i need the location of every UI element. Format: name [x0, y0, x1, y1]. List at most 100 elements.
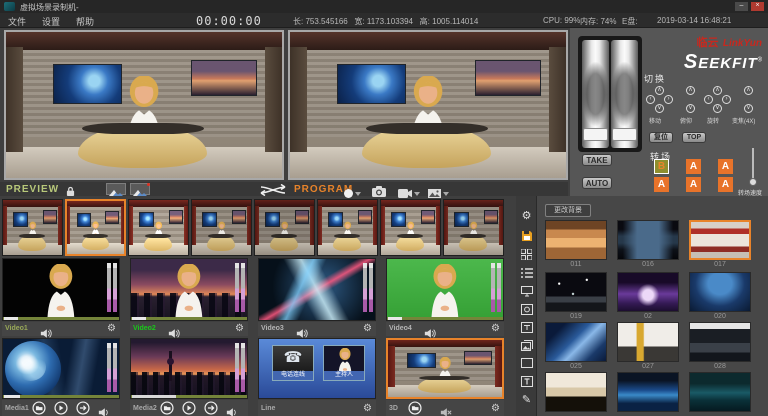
scene-thumbnail-3[interactable] [128, 199, 189, 256]
next-button[interactable] [76, 401, 90, 415]
settings-gear-icon[interactable]: ⚙ [235, 322, 244, 336]
scene-thumbnail-8[interactable] [443, 199, 504, 256]
grid-view-icon[interactable] [519, 248, 534, 262]
rotate-up-button[interactable]: ∧ [713, 86, 722, 95]
scene-library-item-020[interactable]: 020 [689, 272, 751, 320]
minimize-button[interactable]: – [735, 2, 748, 11]
volume-muted-icon[interactable] [440, 404, 454, 416]
scene-thumbnail-5[interactable] [254, 199, 315, 256]
close-button[interactable]: × [751, 2, 764, 11]
transition-button-a4[interactable]: A [654, 177, 669, 192]
move-up-button[interactable]: ∧ [655, 86, 664, 95]
settings-gear-icon[interactable]: ⚙ [491, 322, 500, 336]
transition-speed-knob[interactable] [749, 178, 757, 186]
transition-speed-slider[interactable]: 转场速度 [746, 148, 760, 194]
pitch-up-button[interactable]: ∧ [686, 86, 695, 95]
transition-button-b[interactable]: B [654, 159, 669, 174]
video1-thumbnail[interactable] [2, 258, 120, 321]
3d-scene-thumbnail[interactable] [386, 338, 504, 399]
list-view-icon[interactable] [519, 267, 534, 281]
rotate-right-button[interactable]: › [722, 95, 731, 104]
settings-gear-icon[interactable]: ⚙ [363, 402, 372, 416]
scene-thumbnail-4[interactable] [191, 199, 252, 256]
line-source: ☎ 电话连线 主持人 Line ⚙ [258, 338, 382, 416]
media1-thumbnail[interactable] [2, 338, 120, 399]
scene-library-item-019[interactable]: 019 [545, 272, 607, 320]
volume-icon[interactable] [226, 404, 240, 416]
snapshot-image-button[interactable] [106, 183, 126, 195]
zoom-out-button[interactable]: ∨ [744, 104, 753, 113]
menu-settings[interactable]: 设置 [42, 15, 60, 28]
scene-library-item-row4-3[interactable] [689, 372, 751, 413]
video2-thumbnail[interactable] [130, 258, 248, 321]
scene-library-item-02[interactable]: 02 [617, 272, 679, 320]
zoom-in-button[interactable]: ∧ [744, 86, 753, 95]
projector-lamp-icon[interactable] [519, 303, 534, 317]
zoom-pad-label: 变焦(4X) [732, 116, 755, 125]
play-button[interactable] [182, 401, 196, 415]
settings-gear-icon[interactable]: ⚙ [363, 322, 372, 336]
move-right-button[interactable]: › [664, 95, 673, 104]
program-scene-image [290, 32, 566, 178]
settings-gear-icon[interactable]: ⚙ [107, 322, 116, 336]
app-logo-icon [4, 2, 15, 11]
scene-library-item-025[interactable]: 025 [545, 322, 607, 370]
monitor-icon[interactable] [519, 285, 534, 299]
scene-thumbnail-7[interactable] [380, 199, 441, 256]
scene-thumbnail-1[interactable] [2, 199, 63, 256]
telephone-icon: ☎ [273, 348, 313, 366]
scene-thumbnail-6[interactable] [317, 199, 378, 256]
scene-library-item-011[interactable]: 011 [545, 220, 607, 268]
save-disk-icon[interactable] [519, 229, 534, 243]
auto-button[interactable]: AUTO [582, 177, 612, 189]
move-left-button[interactable]: ‹ [646, 95, 655, 104]
next-button[interactable] [204, 401, 218, 415]
media2-thumbnail[interactable] [130, 338, 248, 399]
open-file-button[interactable] [32, 401, 46, 415]
open-file-button[interactable] [408, 401, 422, 415]
line-thumbnail[interactable]: ☎ 电话连线 主持人 [258, 338, 376, 399]
top-button[interactable]: TOP [682, 132, 706, 143]
scene-library-item-017-selected[interactable]: 017 [689, 220, 751, 268]
scene-library-item-row4-1[interactable] [545, 372, 607, 413]
open-file-button[interactable] [160, 401, 174, 415]
transition-button-a5[interactable]: A [686, 177, 701, 192]
pitch-down-button[interactable]: ∨ [686, 104, 695, 113]
transition-button-a3[interactable]: A [718, 159, 733, 174]
subtitle-text-icon[interactable] [519, 321, 534, 335]
move-down-button[interactable]: ∨ [655, 104, 664, 113]
change-background-button[interactable]: 更改背景 [545, 204, 591, 217]
rotate-left-button[interactable]: ‹ [704, 95, 713, 104]
frame-icon[interactable] [519, 357, 534, 371]
play-button[interactable] [54, 401, 68, 415]
t-bar-handle-right[interactable] [612, 128, 637, 141]
t-bar-handle-left[interactable] [583, 128, 608, 141]
text-tool-icon[interactable] [519, 375, 534, 389]
reset-button[interactable]: 复位 [649, 132, 673, 143]
scene-library-item-016[interactable]: 016 [617, 220, 679, 268]
take-button[interactable]: TAKE [582, 154, 612, 166]
brand-en: LinkYun [723, 38, 762, 49]
scene-library-item-028[interactable]: 028 [689, 322, 751, 370]
settings-gear-icon[interactable]: ⚙ [491, 402, 500, 416]
transition-button-a2[interactable]: A [686, 159, 701, 174]
menu-help[interactable]: 帮助 [76, 15, 94, 28]
transition-button-a6[interactable]: A [718, 177, 733, 192]
snapshot-image-add-button[interactable] [130, 183, 150, 195]
volume-icon[interactable] [98, 404, 112, 416]
video3-thumbnail[interactable] [258, 258, 376, 321]
scene-thumbnail-2-selected[interactable] [65, 199, 126, 256]
t-bar-fader[interactable] [578, 36, 642, 152]
program-monitor [288, 30, 568, 180]
menu-file[interactable]: 文件 [8, 15, 26, 28]
rotate-down-button[interactable]: ∨ [713, 104, 722, 113]
pen-signature-icon[interactable]: ✎ [519, 394, 534, 408]
video4-thumbnail[interactable] [386, 258, 504, 321]
brand-logo: 临云 LinkYun SEEKFIT® [642, 34, 762, 72]
media-source-2: Media2 [130, 338, 254, 416]
scene-library-item-row4-2[interactable] [617, 372, 679, 413]
scene-library-item-027[interactable]: 027 [617, 322, 679, 370]
settings-gear-icon[interactable]: ⚙ [519, 210, 534, 224]
image-layer-icon[interactable] [519, 339, 534, 353]
app-window: 虚拟场景录制机- – × 文件 设置 帮助 00:00:00 长: 753.54… [0, 0, 768, 416]
